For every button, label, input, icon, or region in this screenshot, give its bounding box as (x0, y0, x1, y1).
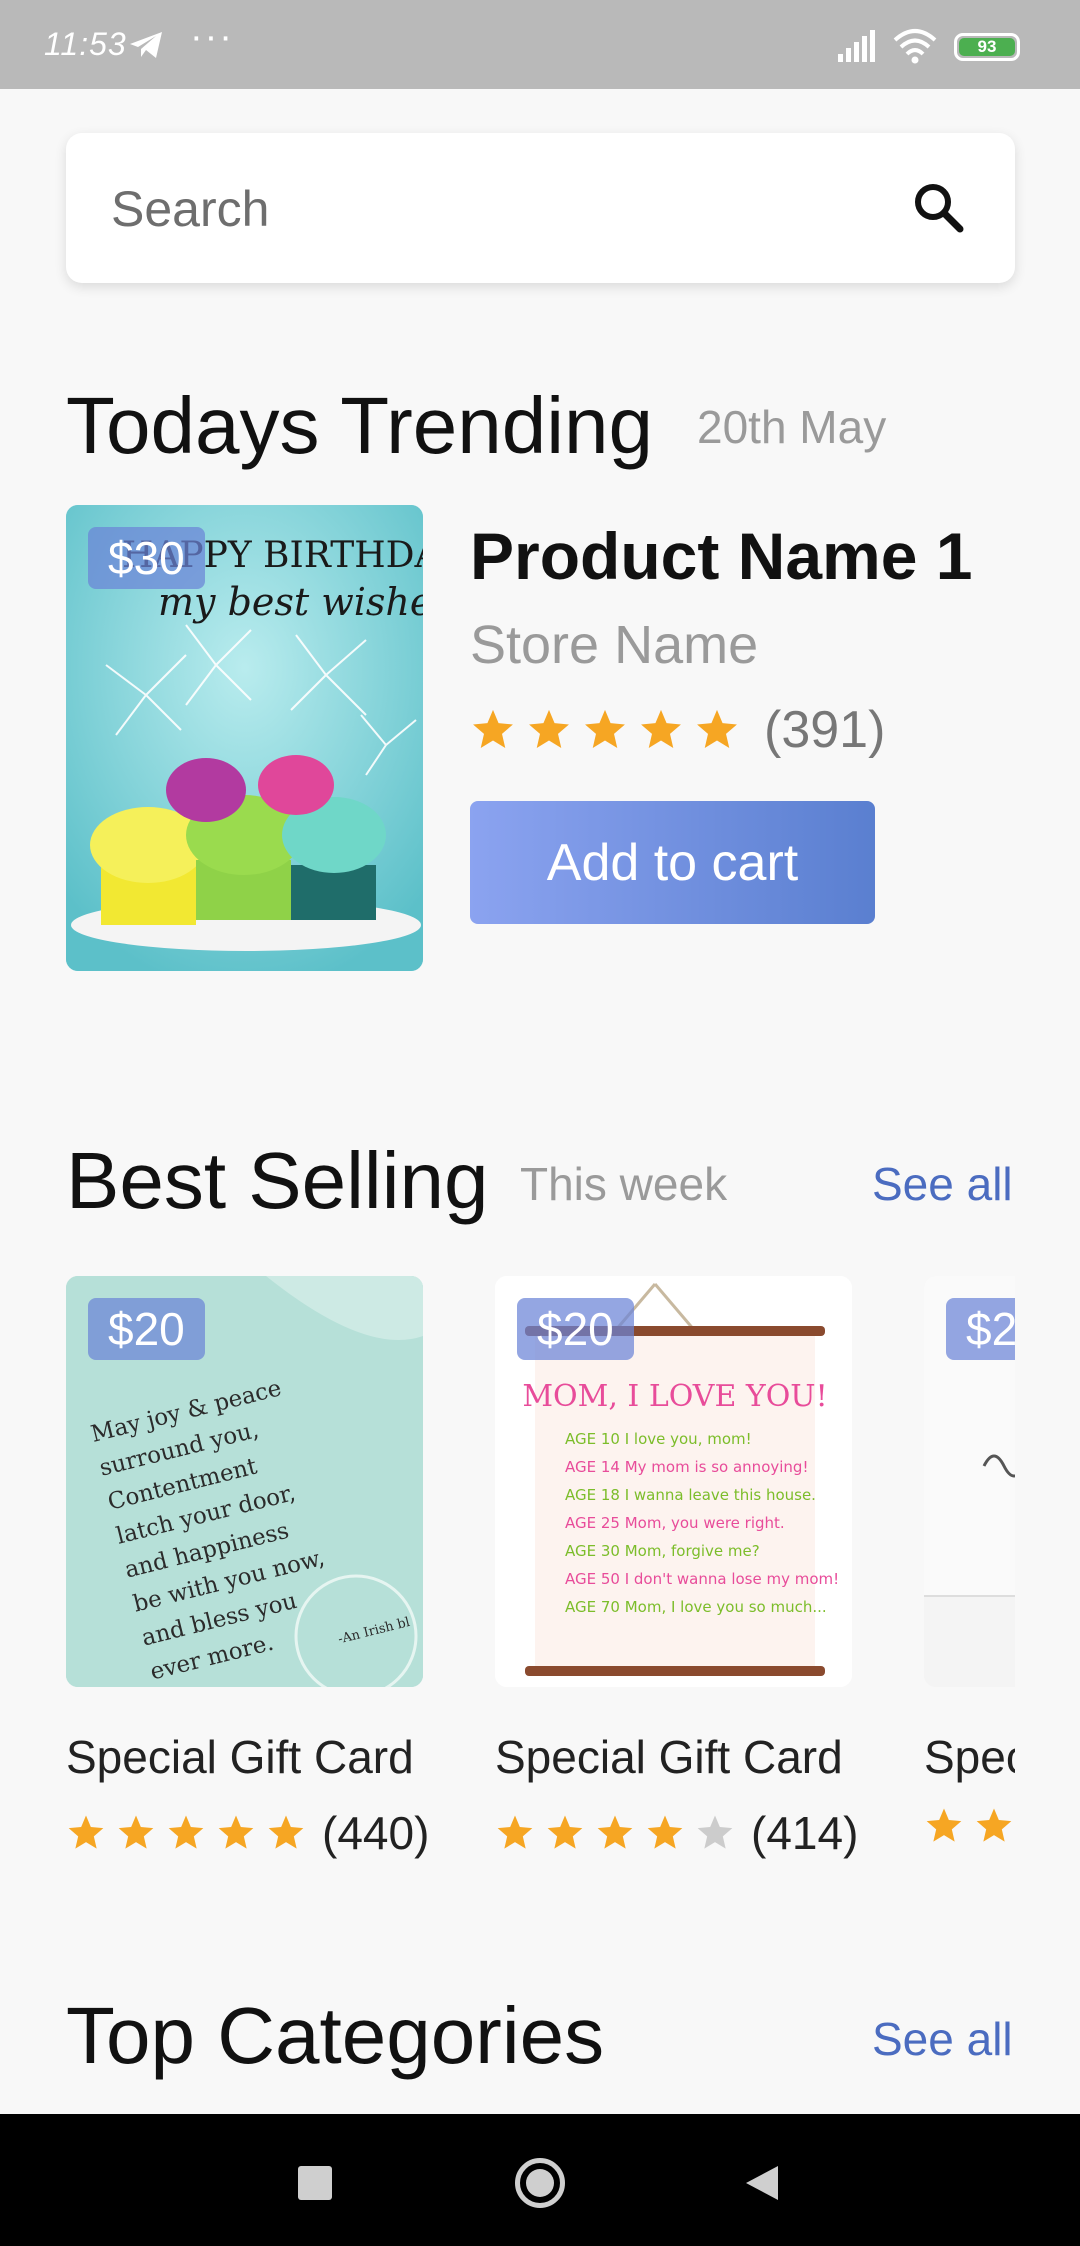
trending-product-image[interactable]: HAPPY BIRTHDAY my best wishes $30 (66, 505, 423, 971)
wifi-icon (893, 29, 937, 64)
svg-text:MOM, I LOVE YOU!: MOM, I LOVE YOU! (522, 1379, 827, 1414)
star-filled-icon (168, 1815, 204, 1849)
star-filled-icon (218, 1815, 254, 1849)
card-rating: (440) (66, 1806, 429, 1860)
star-filled-icon (597, 1815, 633, 1849)
rating-stars (495, 1813, 745, 1853)
best-selling-card-image[interactable]: May joy & peace surround you, Contentmen… (66, 1276, 423, 1687)
trending-product-name[interactable]: Product Name 1 (470, 518, 972, 594)
signal-icon (838, 30, 875, 62)
add-to-cart-button[interactable]: Add to cart (470, 801, 875, 924)
svg-text:AGE 70 Mom, I love you so much: AGE 70 Mom, I love you so much... (565, 1598, 827, 1616)
search-placeholder: Search (111, 181, 270, 237)
telegram-icon (130, 32, 162, 58)
card-rating: (414) (495, 1806, 858, 1860)
svg-text:AGE 14 My mom is so annoying!: AGE 14 My mom is so annoying! (565, 1458, 808, 1476)
best-selling-title: Best Selling (66, 1136, 489, 1225)
star-filled-icon (473, 709, 513, 749)
best-selling-subtitle: This week (520, 1158, 728, 1210)
status-bar: 11:53 ··· 93 (0, 0, 1080, 89)
trending-title: Todays Trending (66, 381, 654, 470)
rating-stars (66, 1813, 316, 1853)
star-filled-icon (529, 709, 569, 749)
rating-stars (924, 1806, 1015, 1846)
card-price-tag: $20 (88, 1298, 205, 1360)
star-filled-icon (697, 709, 737, 749)
star-filled-icon (585, 709, 625, 749)
best-selling-see-all-link[interactable]: See all (872, 1157, 1013, 1211)
card-title[interactable]: Special Gift Card (924, 1730, 1015, 1784)
card-review-count: (414) (751, 1807, 859, 1859)
star-filled-icon (118, 1815, 154, 1849)
svg-text:AGE 10 I love you, mom!: AGE 10 I love you, mom! (565, 1430, 752, 1448)
star-empty-icon (697, 1815, 733, 1849)
more-notifications-icon: ··· (190, 16, 234, 58)
navigation-bar (0, 2114, 1080, 2246)
card-price-tag: $20 (517, 1298, 634, 1360)
card-rating (924, 1806, 1015, 1846)
battery-icon: 93 (954, 33, 1020, 61)
search-input[interactable]: Search (66, 133, 1015, 283)
recent-apps-icon[interactable] (298, 2166, 332, 2200)
card-title[interactable]: Special Gift Card (66, 1730, 414, 1784)
svg-text:AGE 25 Mom, you were right.: AGE 25 Mom, you were right. (565, 1514, 785, 1532)
svg-text:AGE 50 I don't wanna lose my m: AGE 50 I don't wanna lose my mom! (565, 1570, 839, 1588)
card-title[interactable]: Special Gift Card (495, 1730, 843, 1784)
best-selling-carousel[interactable]: May joy & peace surround you, Contentmen… (66, 1276, 1015, 1876)
top-categories-title: Top Categories (66, 1991, 605, 2080)
svg-text:AGE 18 I wanna leave this hous: AGE 18 I wanna leave this house. (565, 1486, 816, 1504)
star-filled-icon (497, 1815, 533, 1849)
best-selling-card-image[interactable]: $20 (924, 1276, 1015, 1687)
star-filled-icon (926, 1808, 962, 1842)
best-selling-card-image[interactable]: MOM, I LOVE YOU! AGE 10 I love you, mom!… (495, 1276, 852, 1687)
star-filled-icon (547, 1815, 583, 1849)
home-icon[interactable] (515, 2158, 565, 2208)
star-filled-icon (68, 1815, 104, 1849)
trending-review-count: (391) (764, 701, 886, 759)
card-price-tag: $20 (946, 1298, 1015, 1360)
status-time: 11:53 (44, 26, 127, 62)
trending-store-name[interactable]: Store Name (470, 614, 758, 676)
back-icon[interactable] (744, 2164, 780, 2202)
trending-rating: (391) (470, 700, 885, 760)
rating-stars (470, 707, 750, 753)
battery-level: 93 (977, 37, 997, 56)
card-review-count: (440) (322, 1807, 430, 1859)
search-icon[interactable] (910, 179, 968, 237)
star-filled-icon (268, 1815, 304, 1849)
star-filled-icon (647, 1815, 683, 1849)
star-filled-icon (976, 1808, 1012, 1842)
svg-text:AGE 30 Mom, forgive me?: AGE 30 Mom, forgive me? (565, 1542, 760, 1560)
trending-date: 20th May (697, 401, 887, 453)
trending-price-tag: $30 (88, 527, 205, 589)
star-filled-icon (641, 709, 681, 749)
top-categories-see-all-link[interactable]: See all (872, 2012, 1013, 2066)
